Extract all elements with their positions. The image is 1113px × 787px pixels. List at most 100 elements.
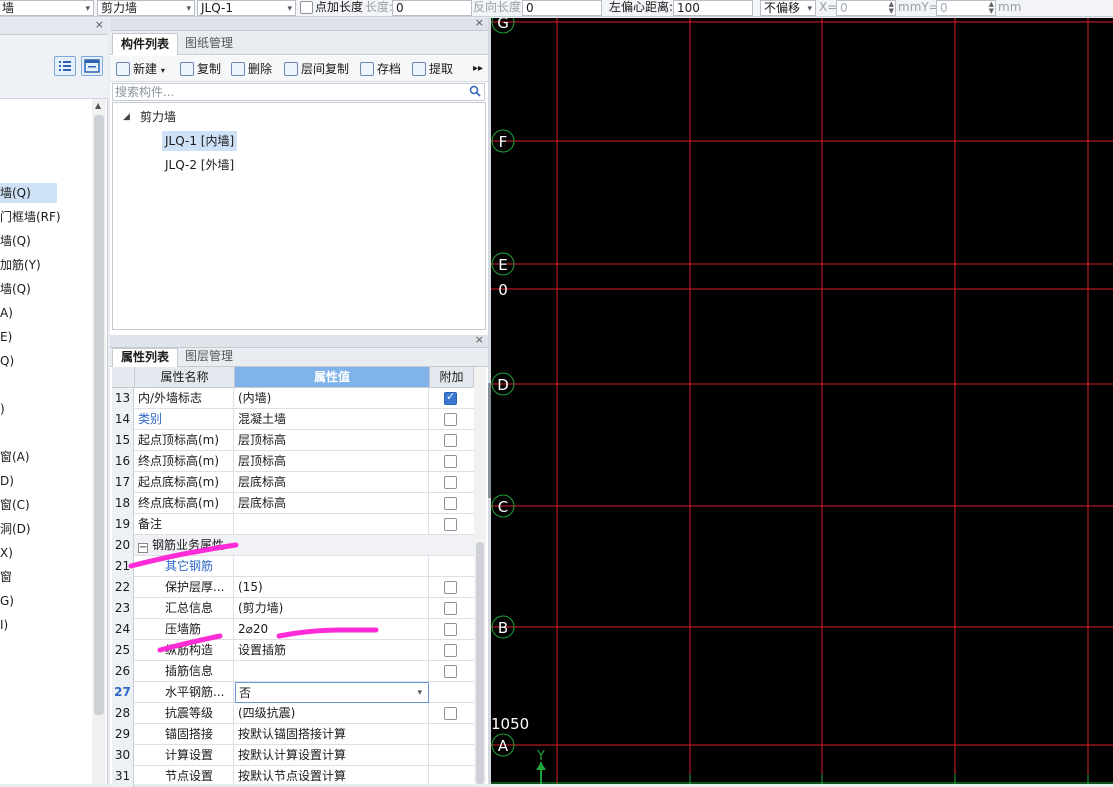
scroll-up-icon[interactable]: ▲ <box>95 101 101 110</box>
tab-property-list[interactable]: 属性列表 <box>112 348 179 367</box>
spinner-icon[interactable]: ▲ ▼ <box>889 1 894 15</box>
property-scrollbar[interactable] <box>474 367 486 784</box>
property-value[interactable] <box>235 556 429 577</box>
table-row[interactable]: 15 起点顶标高(m) 层顶标高 <box>112 430 474 451</box>
collapse-group-icon[interactable]: − <box>138 543 148 553</box>
more-tools-icon[interactable]: ▸▸ <box>473 60 483 78</box>
tab-drawing-management[interactable]: 图纸管理 <box>177 33 241 55</box>
property-value[interactable]: 层顶标高 <box>235 430 429 451</box>
extra-checkbox[interactable] <box>444 455 457 468</box>
extra-checkbox[interactable] <box>444 413 457 426</box>
type-select[interactable]: 墙 ▾ <box>0 0 94 16</box>
drawing-canvas[interactable]: G F E 0 D C B A 1050 Y <box>491 18 1113 784</box>
left-nav-item[interactable]: 窗(A) <box>0 447 30 467</box>
extra-checkbox[interactable] <box>444 390 457 405</box>
property-value[interactable]: 按默认计算设置计算 <box>235 745 429 766</box>
component-search-input[interactable]: 搜索构件... <box>112 83 485 101</box>
extra-checkbox[interactable] <box>444 518 457 531</box>
table-row[interactable]: 21 其它钢筋 <box>112 556 474 577</box>
component-select[interactable]: JLQ-1 ▾ <box>197 0 296 16</box>
left-nav-item[interactable]: 门框墙(RF) <box>0 207 61 227</box>
close-icon[interactable]: × <box>95 18 104 31</box>
list-view-icon[interactable] <box>54 56 76 76</box>
tree-root-shear-wall[interactable]: 剪力墙 <box>140 107 176 127</box>
property-value[interactable]: 层顶标高 <box>235 451 429 472</box>
extra-checkbox[interactable] <box>444 497 457 510</box>
property-value[interactable]: 层底标高 <box>235 493 429 514</box>
property-value[interactable] <box>235 661 429 682</box>
table-row[interactable]: 23 汇总信息 (剪力墙) <box>112 598 474 619</box>
extra-checkbox[interactable] <box>444 434 457 447</box>
extra-checkbox[interactable] <box>444 644 457 657</box>
left-panel-scrollbar[interactable]: ▲ <box>92 99 106 784</box>
left-offset-input[interactable]: 100 <box>673 0 753 16</box>
left-nav-item[interactable]: Q) <box>0 351 14 371</box>
left-nav-item[interactable]: 墙(Q) <box>0 183 57 203</box>
floor-copy-button[interactable]: 层间复制 <box>284 60 349 78</box>
left-nav-item[interactable]: 窗(C) <box>0 495 30 515</box>
property-value[interactable]: 设置插筋 <box>235 640 429 661</box>
reverse-length-input[interactable]: 0 <box>522 0 602 16</box>
extra-checkbox[interactable] <box>444 707 457 720</box>
new-button[interactable]: 新建 ▾ <box>116 60 165 78</box>
property-value[interactable]: (内墙) <box>235 388 429 409</box>
extract-button[interactable]: 提取 <box>412 60 453 78</box>
table-row[interactable]: 27 水平钢筋... 否 ▾ <box>112 682 474 703</box>
table-row[interactable]: 25 纵筋构造 设置插筋 <box>112 640 474 661</box>
copy-button[interactable]: 复制 <box>180 60 221 78</box>
extra-checkbox[interactable] <box>444 476 457 489</box>
property-value[interactable]: 层底标高 <box>235 472 429 493</box>
property-value[interactable]: 混凝土墙 <box>235 409 429 430</box>
table-row[interactable]: 13 内/外墙标志 (内墙) <box>112 388 474 409</box>
table-row[interactable]: 24 压墙筋 2⌀20 <box>112 619 474 640</box>
table-row[interactable]: 29 锚固搭接 按默认锚固搭接计算 <box>112 724 474 745</box>
collapse-tree-icon[interactable]: ◢ <box>123 107 130 127</box>
property-value[interactable] <box>235 535 429 556</box>
table-row[interactable]: 26 插筋信息 <box>112 661 474 682</box>
delete-button[interactable]: 删除 <box>231 60 272 78</box>
scroll-thumb[interactable] <box>94 115 104 715</box>
tree-item-jlq2[interactable]: JLQ-2 [外墙] <box>165 155 234 175</box>
table-row[interactable]: 20− 钢筋业务属性 <box>112 535 474 556</box>
table-row[interactable]: 14 类别 混凝土墙 <box>112 409 474 430</box>
chevron-down-icon[interactable]: ▾ <box>417 683 422 702</box>
x-input[interactable]: 0 ▲ ▼ <box>836 0 896 16</box>
table-row[interactable]: 22 保护层厚... (15) <box>112 577 474 598</box>
left-nav-item[interactable]: 墙(Q) <box>0 231 31 251</box>
search-icon[interactable] <box>469 85 481 100</box>
subtype-select[interactable]: 剪力墙 ▾ <box>97 0 195 16</box>
spinner-icon[interactable]: ▲ ▼ <box>989 1 994 15</box>
left-nav-item[interactable]: 加筋(Y) <box>0 255 41 275</box>
close-icon[interactable]: × <box>475 333 484 346</box>
left-nav-item[interactable]: 窗 <box>0 567 12 587</box>
property-value[interactable]: (15) <box>235 577 429 598</box>
axis-grid-drawing[interactable]: G F E 0 D C B A 1050 Y <box>491 18 1113 784</box>
left-nav-item[interactable]: ) <box>0 399 5 419</box>
left-nav-item[interactable]: 墙(Q) <box>0 279 31 299</box>
tab-layer-management[interactable]: 图层管理 <box>177 348 241 367</box>
property-value[interactable]: 2⌀20 <box>235 619 429 640</box>
left-nav-item[interactable]: D) <box>0 471 14 491</box>
detail-view-icon[interactable] <box>81 56 103 76</box>
table-row[interactable]: 19 备注 <box>112 514 474 535</box>
extra-checkbox[interactable] <box>444 602 457 615</box>
left-nav-item[interactable]: I) <box>0 615 8 635</box>
length-input[interactable]: 0 <box>392 0 472 16</box>
left-nav-item[interactable]: X) <box>0 543 13 563</box>
extra-checkbox[interactable] <box>444 665 457 678</box>
left-nav-item[interactable]: E) <box>0 327 12 347</box>
property-value[interactable]: (剪力墙) <box>235 598 429 619</box>
left-nav-item[interactable]: G) <box>0 591 14 611</box>
left-nav-item[interactable]: A) <box>0 303 13 323</box>
property-value[interactable]: (四级抗震) <box>235 703 429 724</box>
y-input[interactable]: 0 ▲ ▼ <box>936 0 996 16</box>
archive-button[interactable]: 存档 <box>360 60 401 78</box>
scroll-thumb[interactable] <box>476 542 484 784</box>
table-row[interactable]: 18 终点底标高(m) 层底标高 <box>112 493 474 514</box>
property-value[interactable]: 否 ▾ <box>235 682 429 703</box>
table-row[interactable]: 16 终点顶标高(m) 层顶标高 <box>112 451 474 472</box>
extra-checkbox[interactable] <box>444 623 457 636</box>
close-icon[interactable]: × <box>475 16 484 29</box>
property-value[interactable] <box>235 514 429 535</box>
table-row[interactable]: 30 计算设置 按默认计算设置计算 <box>112 745 474 766</box>
